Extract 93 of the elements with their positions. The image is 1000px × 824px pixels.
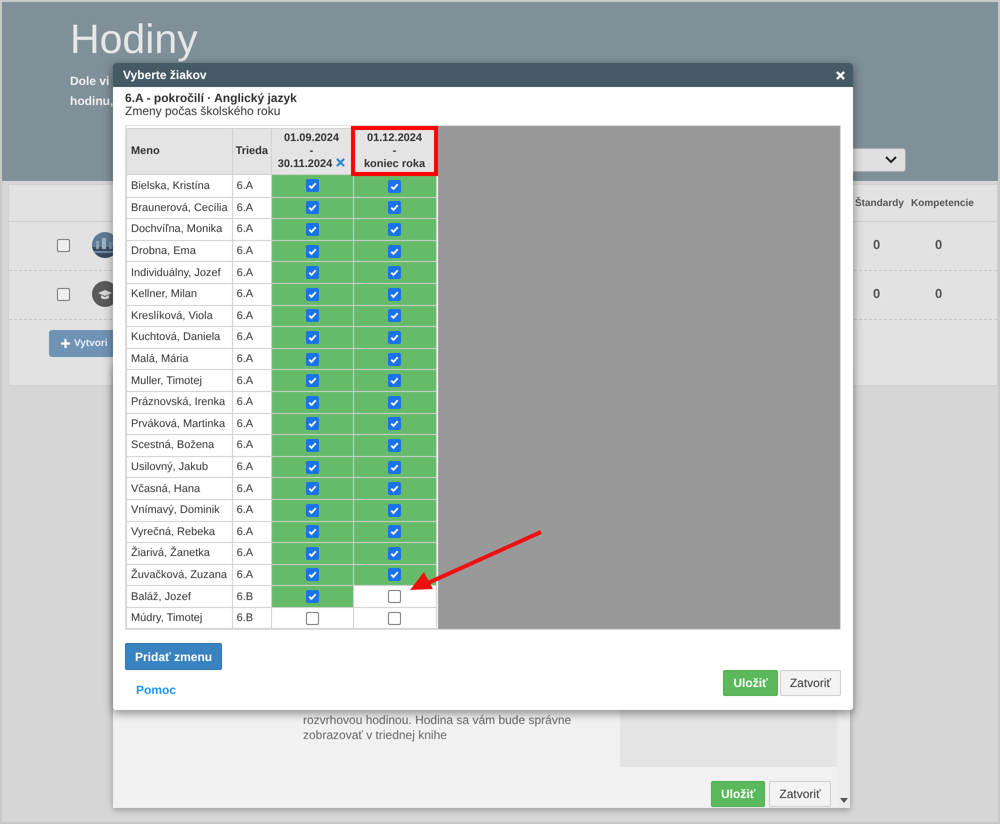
checkbox[interactable] — [388, 201, 402, 214]
checkbox[interactable] — [306, 309, 319, 322]
checkbox[interactable] — [388, 244, 402, 258]
checkbox[interactable] — [388, 396, 402, 409]
intro-text: hodinu, — [70, 93, 114, 110]
checkbox[interactable] — [388, 460, 402, 474]
checkbox[interactable] — [306, 568, 319, 582]
checkbox[interactable] — [388, 590, 402, 604]
student-name: Braunerová, Cecília — [126, 197, 232, 219]
period-header: 01.09.2024 - 30.11.2024 — [272, 128, 354, 174]
checkbox[interactable] — [306, 352, 319, 366]
student-name: Scestná, Božena — [126, 434, 232, 456]
checkbox[interactable] — [388, 266, 402, 280]
checkbox[interactable] — [306, 504, 319, 517]
student-name: Kellner, Milan — [126, 283, 232, 306]
plus-icon — [61, 339, 70, 348]
checkbox[interactable] — [306, 266, 319, 280]
student-name: Usilovný, Jakub — [126, 456, 232, 478]
checkbox[interactable] — [306, 330, 319, 344]
checkbox[interactable] — [388, 222, 402, 236]
checkbox[interactable] — [388, 352, 402, 366]
column-header: Kompetencie — [911, 198, 974, 209]
student-name: Kreslíková, Viola — [126, 305, 232, 327]
checkbox[interactable] — [57, 288, 70, 301]
count-value: 0 — [935, 286, 942, 301]
checkbox[interactable] — [306, 546, 319, 560]
checkbox[interactable] — [306, 482, 319, 496]
checkbox[interactable] — [306, 417, 319, 430]
save-button[interactable]: Uložiť — [723, 670, 778, 696]
checkbox[interactable] — [388, 309, 402, 322]
student-name: Dochvíľna, Monika — [126, 218, 232, 240]
column-header: Štandardy — [855, 198, 904, 209]
checkbox[interactable] — [388, 612, 402, 625]
checkbox[interactable] — [388, 288, 402, 301]
student-name: Žuvačková, Zuzana — [126, 564, 232, 586]
student-name: Včasná, Hana — [126, 478, 232, 500]
student-name: Práznovská, Irenka — [126, 391, 232, 414]
checkbox[interactable] — [388, 504, 402, 517]
student-name: Muller, Timotej — [126, 370, 232, 392]
student-name: Žiarivá, Žanetka — [126, 542, 232, 564]
remove-icon[interactable] — [336, 158, 346, 166]
help-text: rozvrhovou hodinou. Hodina sa vám bude správne zobrazovať v triednej knihe — [303, 713, 572, 743]
close-button[interactable]: Zatvoriť — [780, 670, 841, 696]
checkbox[interactable] — [388, 546, 402, 560]
checkbox[interactable] — [306, 396, 319, 409]
checkbox[interactable] — [388, 482, 402, 496]
page-title: Hodiny — [70, 15, 199, 63]
student-name: Vyrečná, Rebeka — [126, 521, 232, 543]
student-name: Malá, Mária — [126, 348, 232, 370]
checkbox[interactable] — [306, 612, 319, 625]
student-name: Vnímavý, Dominik — [126, 499, 232, 521]
count-value: 0 — [873, 286, 880, 301]
checkbox[interactable] — [306, 438, 319, 452]
checkbox[interactable] — [57, 239, 70, 252]
student-name: Bielska, Kristína — [126, 174, 232, 198]
close-button[interactable]: Zatvoriť — [769, 781, 831, 807]
period-header: 01.12.2024 - koniec roka — [353, 128, 436, 174]
scroll-down-icon[interactable] — [840, 798, 848, 803]
student-name: Múdry, Timotej — [126, 607, 232, 629]
checkbox[interactable] — [388, 438, 402, 452]
checkbox[interactable] — [388, 525, 402, 538]
student-name: Kuchtová, Daniela — [126, 326, 232, 348]
checkbox[interactable] — [306, 222, 319, 236]
close-icon[interactable] — [836, 70, 845, 80]
intro-text: Dole vi — [70, 73, 110, 90]
checkbox[interactable] — [306, 179, 319, 192]
dialog-title: Vyberte žiakov — [123, 68, 207, 82]
subtitle: Zmeny počas školského roku — [125, 105, 280, 118]
help-link[interactable]: Pomoc — [136, 683, 176, 698]
checkbox[interactable] — [306, 460, 319, 474]
checkbox[interactable] — [306, 590, 319, 604]
checkbox[interactable] — [306, 525, 319, 538]
column-header: Trieda — [232, 128, 272, 174]
chevron-icon — [885, 156, 897, 164]
student-name: Individuálny, Jozef — [126, 262, 232, 284]
checkbox[interactable] — [388, 374, 402, 388]
student-name: Drobna, Ema — [126, 240, 232, 262]
count-value: 0 — [873, 237, 880, 252]
checkbox[interactable] — [388, 417, 402, 430]
checkbox[interactable] — [306, 288, 319, 301]
checkbox[interactable] — [306, 201, 319, 214]
checkbox[interactable] — [306, 244, 319, 258]
student-name: Prváková, Martinka — [126, 413, 232, 435]
add-change-button[interactable]: Pridať zmenu — [125, 643, 222, 670]
save-button[interactable]: Uložiť — [711, 781, 766, 807]
checkbox[interactable] — [306, 374, 319, 388]
student-name: Baláž, Jozef — [126, 586, 232, 608]
count-value: 0 — [935, 237, 942, 252]
group-title: 6.A - pokročilí · Anglický jazyk — [125, 91, 298, 105]
column-header: Meno — [126, 128, 232, 174]
checkbox[interactable] — [388, 330, 402, 344]
checkbox[interactable] — [388, 180, 402, 193]
checkbox[interactable] — [388, 568, 402, 582]
